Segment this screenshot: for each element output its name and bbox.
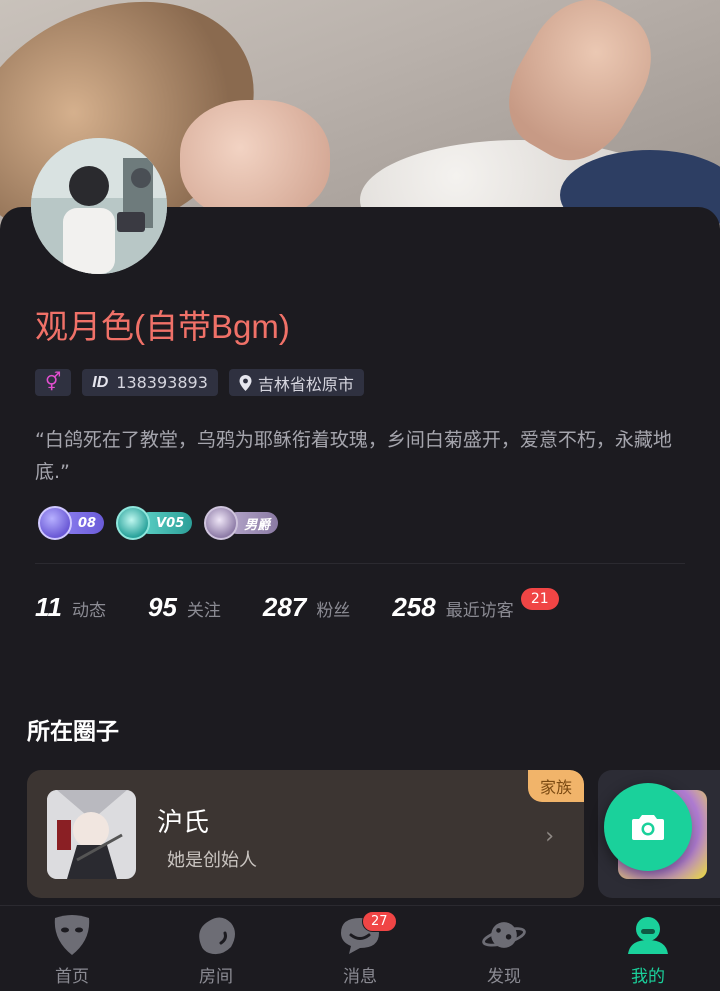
vip-emblem-icon [116, 506, 151, 540]
tab-rooms[interactable]: 房间 [144, 906, 288, 991]
stat-visitors[interactable]: 258 最近访客 21 [392, 588, 559, 623]
gender-tag: ⚥ [35, 369, 72, 396]
tab-messages[interactable]: 27 消息 [288, 906, 432, 991]
profile-character-icon [626, 914, 670, 956]
stat-posts[interactable]: 11 动态 [35, 592, 106, 623]
circle-card[interactable]: 沪氏 她是创始人 家族 › [27, 770, 584, 898]
location-tag: 吉林省松原市 [228, 369, 364, 396]
circle-name: 沪氏 [157, 808, 210, 838]
stat-fans-count: 287 [262, 592, 307, 622]
tab-discover-label: 发现 [487, 967, 521, 987]
tab-rooms-label: 房间 [199, 967, 233, 987]
profile-nickname: 观月色(自带Bgm) [35, 308, 290, 345]
stat-posts-label: 动态 [72, 601, 106, 621]
tab-messages-label: 消息 [343, 967, 377, 987]
stat-visitors-label: 最近访客 [445, 601, 514, 621]
circle-role: 她是创始人 [167, 850, 257, 871]
stat-following-count: 95 [148, 592, 177, 622]
level-badge[interactable]: 08 [38, 506, 105, 540]
vip-badge[interactable]: V05 [116, 506, 193, 540]
stat-fans-label: 粉丝 [316, 601, 351, 621]
stat-fans[interactable]: 287 粉丝 [263, 592, 350, 623]
camera-fab-button[interactable] [604, 783, 692, 871]
profile-bio: “白鸽死在了教堂，乌鸦为耶稣衔着玫瑰，乡间白菊盛开，爱意不朽，永藏地底.” [35, 429, 672, 483]
stat-visitors-count: 258 [392, 592, 436, 622]
chevron-right-icon: › [545, 824, 554, 849]
bottom-tab-bar: 首页 房间 27 消息 发现 我的 [0, 905, 720, 991]
location-pin-icon [239, 374, 252, 391]
id-label: ID [92, 373, 109, 391]
tab-home[interactable]: 首页 [0, 906, 144, 991]
family-tag: 家族 [527, 770, 584, 802]
user-id-tag[interactable]: ID 138393893 [82, 369, 218, 396]
profile-tags: ⚥ ID 138393893 吉林省松原市 [35, 369, 364, 396]
room-blob-icon [194, 914, 238, 956]
tab-home-label: 首页 [55, 967, 89, 987]
rank-badge[interactable]: 男爵 [204, 506, 279, 540]
mask-icon [50, 914, 94, 956]
circle-cover-image [47, 790, 136, 879]
stat-posts-count: 11 [35, 592, 62, 622]
badge-list: 08 V05 男爵 [38, 506, 279, 540]
divider [35, 563, 685, 564]
female-symbol-icon: ⚥ [45, 372, 62, 393]
avatar[interactable] [31, 138, 167, 274]
tab-discover[interactable]: 发现 [432, 906, 576, 991]
camera-icon [632, 815, 664, 840]
level-star-icon [38, 506, 72, 540]
tab-me[interactable]: 我的 [576, 906, 720, 991]
planet-icon [482, 914, 526, 956]
stat-following-label: 关注 [186, 601, 221, 621]
location-text: 吉林省松原市 [257, 374, 354, 394]
circles-section-title: 所在圈子 [27, 719, 119, 745]
profile-stats: 11 动态 95 关注 287 粉丝 258 最近访客 21 [35, 588, 559, 623]
id-value: 138393893 [116, 373, 208, 392]
messages-unread-badge: 27 [362, 911, 397, 932]
visitors-new-badge: 21 [520, 588, 559, 610]
stat-following[interactable]: 95 关注 [148, 592, 221, 623]
rank-crest-icon [204, 506, 239, 540]
tab-me-label: 我的 [631, 967, 665, 987]
